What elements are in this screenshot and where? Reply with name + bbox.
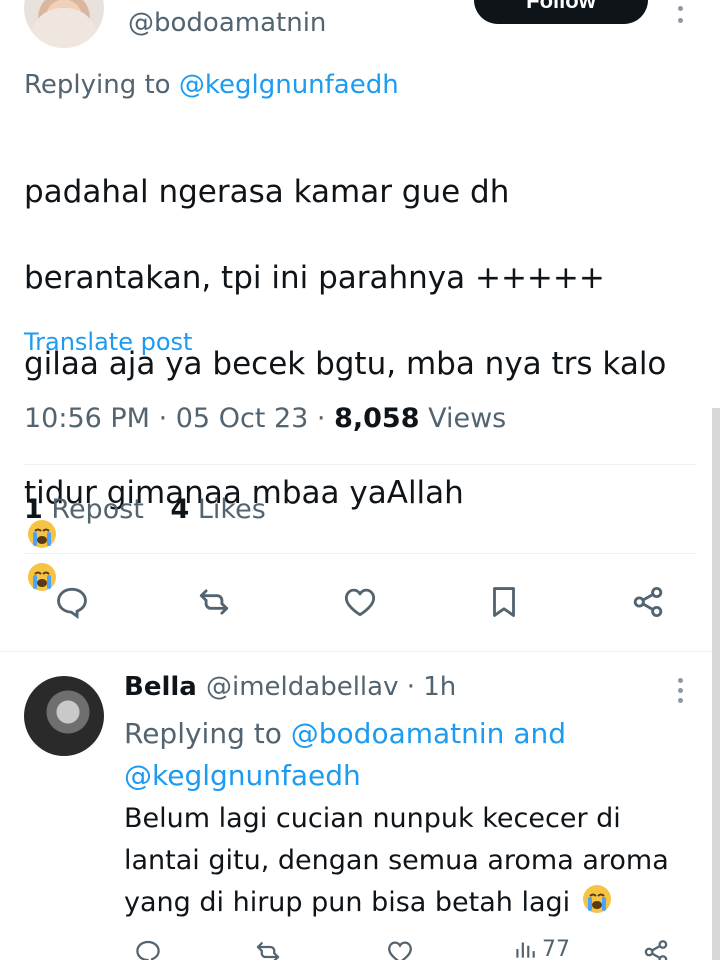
reply-mention-1[interactable]: @bodoamatnin bbox=[291, 717, 505, 750]
reply-icon[interactable] bbox=[124, 928, 172, 960]
more-vertical-icon[interactable] bbox=[670, 0, 690, 32]
tweet-text: padahal ngerasa kamar gue dh berantakan,… bbox=[24, 128, 704, 644]
follow-button[interactable]: Follow bbox=[474, 0, 648, 24]
repost-icon[interactable] bbox=[190, 578, 238, 626]
bookmark-icon[interactable] bbox=[480, 578, 528, 626]
reply-author-name[interactable]: Bella bbox=[124, 672, 197, 702]
section-divider bbox=[0, 651, 720, 652]
likes-count: 4 bbox=[170, 494, 190, 525]
reply-author-handle[interactable]: @imeldabellav · 1h bbox=[206, 672, 456, 702]
reply-icon[interactable] bbox=[48, 578, 96, 626]
reply-views[interactable]: 77 bbox=[512, 936, 570, 960]
replying-to-prefix: Replying to bbox=[24, 70, 171, 100]
replying-to-mention[interactable]: @keglgnunfaedh bbox=[179, 70, 399, 100]
heart-icon[interactable] bbox=[336, 578, 384, 626]
views-count: 8,058 bbox=[334, 403, 420, 434]
more-vertical-icon[interactable] bbox=[670, 676, 690, 716]
reposts-count: 1 bbox=[24, 494, 43, 525]
heart-icon[interactable] bbox=[376, 928, 424, 960]
share-icon[interactable] bbox=[624, 578, 672, 626]
author-handle[interactable]: @bodoamatnin bbox=[128, 8, 326, 38]
reposts-stat[interactable]: 1 Repost bbox=[24, 494, 152, 525]
post-meta: 10:56 PM · 05 Oct 23 · 8,058 Views bbox=[24, 403, 506, 434]
views-label: Views bbox=[428, 403, 507, 434]
post-time[interactable]: 10:56 PM bbox=[24, 403, 150, 434]
reply-author-avatar[interactable] bbox=[24, 676, 104, 756]
reposts-label: Repost bbox=[51, 494, 144, 525]
views-icon bbox=[516, 942, 535, 958]
reply-text: Belum lagi cucian nunpuk kececer di lant… bbox=[124, 798, 684, 924]
meta-separator: · bbox=[316, 403, 335, 434]
share-icon[interactable] bbox=[632, 928, 680, 960]
crying-face-emoji-icon bbox=[582, 885, 611, 913]
reply-text-line: lantai gitu, dengan semua aroma aroma bbox=[124, 845, 669, 876]
translate-post-link[interactable]: Translate post bbox=[24, 328, 192, 356]
meta-separator: · bbox=[158, 403, 176, 434]
reply-views-count: 77 bbox=[542, 936, 570, 960]
reply-text-line: Belum lagi cucian nunpuk kececer di bbox=[124, 803, 621, 834]
engagement-stats: 1 Repost 4 Likes bbox=[24, 494, 266, 525]
reply-replying-to: Replying to @bodoamatnin and @keglgnunfa… bbox=[124, 713, 664, 797]
replying-to-line: Replying to @keglgnunfaedh bbox=[24, 70, 399, 100]
repost-icon[interactable] bbox=[244, 928, 292, 960]
author-avatar[interactable] bbox=[24, 0, 104, 48]
likes-stat[interactable]: 4 Likes bbox=[170, 494, 265, 525]
reply-text-line: yang di hirup pun bisa betah lagi bbox=[124, 882, 684, 924]
tweet-text-line: padahal ngerasa kamar gue dh bbox=[24, 174, 510, 210]
divider bbox=[24, 464, 696, 465]
tweet-text-line: berantakan, tpi ini parahnya +++++ bbox=[24, 260, 605, 296]
avatar-hair bbox=[30, 8, 98, 48]
post-date[interactable]: 05 Oct 23 bbox=[176, 403, 309, 434]
reply-text-line-3: yang di hirup pun bisa betah lagi bbox=[124, 887, 571, 918]
scrollbar[interactable] bbox=[712, 408, 720, 960]
reply-mention-and: and bbox=[513, 717, 567, 750]
reply-mention-2[interactable]: @keglgnunfaedh bbox=[124, 755, 664, 797]
tweet-detail-page: @bodoamatnin Follow Replying to @keglgnu… bbox=[0, 0, 720, 960]
divider bbox=[24, 553, 696, 554]
likes-label: Likes bbox=[197, 494, 266, 525]
reply-replying-prefix: Replying to bbox=[124, 717, 282, 750]
